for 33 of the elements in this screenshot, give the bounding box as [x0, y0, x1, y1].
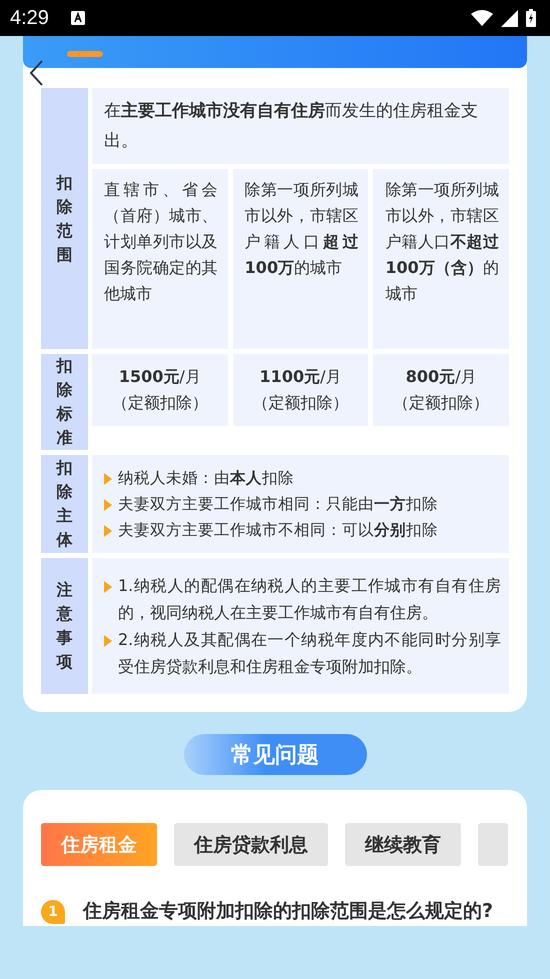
row-label: 扣除主体: [41, 455, 88, 553]
scope-description: 在主要工作城市没有自有住房而发生的住房租金支出。: [92, 88, 509, 164]
table-cell: 800元/月 （定额扣除）: [373, 354, 510, 426]
signal-icon: [501, 10, 518, 26]
list-text: 纳税人未婚：由本人扣除: [118, 468, 294, 489]
category-tab[interactable]: 住房贷款利息: [174, 823, 328, 866]
battery-icon: [526, 9, 536, 27]
bullet-icon: [104, 525, 112, 537]
bullet-icon: [104, 635, 112, 647]
section-title: 常见问题: [184, 734, 366, 775]
row-label: 注意事项: [41, 558, 88, 694]
table-cell: 1100元/月 （定额扣除）: [232, 354, 368, 426]
tab-indicator: [67, 51, 103, 57]
row-label: 扣除范围: [41, 88, 88, 349]
question-number: 1: [41, 900, 65, 924]
status-time: 4:29: [10, 6, 49, 30]
table-cell: 除第一项所列城市以外，市辖区户籍人口不超过100万（含）的城市: [373, 169, 510, 349]
question-text: 住房租金专项附加扣除的扣除范围是怎么规定的?: [83, 899, 494, 924]
list-text: 夫妻双方主要工作城市相同：只能由一方扣除: [118, 494, 438, 515]
list-text: 夫妻双方主要工作城市不相同：可以分别扣除: [118, 520, 438, 541]
list-text: 1.纳税人的配偶在纳税人的主要工作城市有自有住房的，视同纳税人在主要工作城市有自有住房。: [118, 575, 501, 624]
row-label: 扣除标准: [41, 354, 88, 450]
category-tab[interactable]: 继续教育: [345, 823, 461, 866]
list-text: 2.纳税人及其配偶在一个纳税年度内不能同时分别享受住房贷款利息和住房租金专项附加扣除。: [118, 629, 501, 678]
wifi-icon: [471, 10, 493, 26]
bullet-icon: [104, 581, 112, 593]
table-cell: 直辖市、省会（首府）城市、计划单列市以及国务院确定的其他城市: [92, 169, 228, 349]
table-cell: 1500元/月 （定额扣除）: [92, 354, 228, 426]
notification-icon: [70, 11, 85, 25]
back-icon[interactable]: [29, 60, 43, 86]
table-cell: 除第一项所列城市以外，市辖区户籍人口超过100万的城市: [232, 169, 368, 349]
bullet-icon: [104, 499, 112, 511]
bullet-icon: [104, 473, 112, 485]
